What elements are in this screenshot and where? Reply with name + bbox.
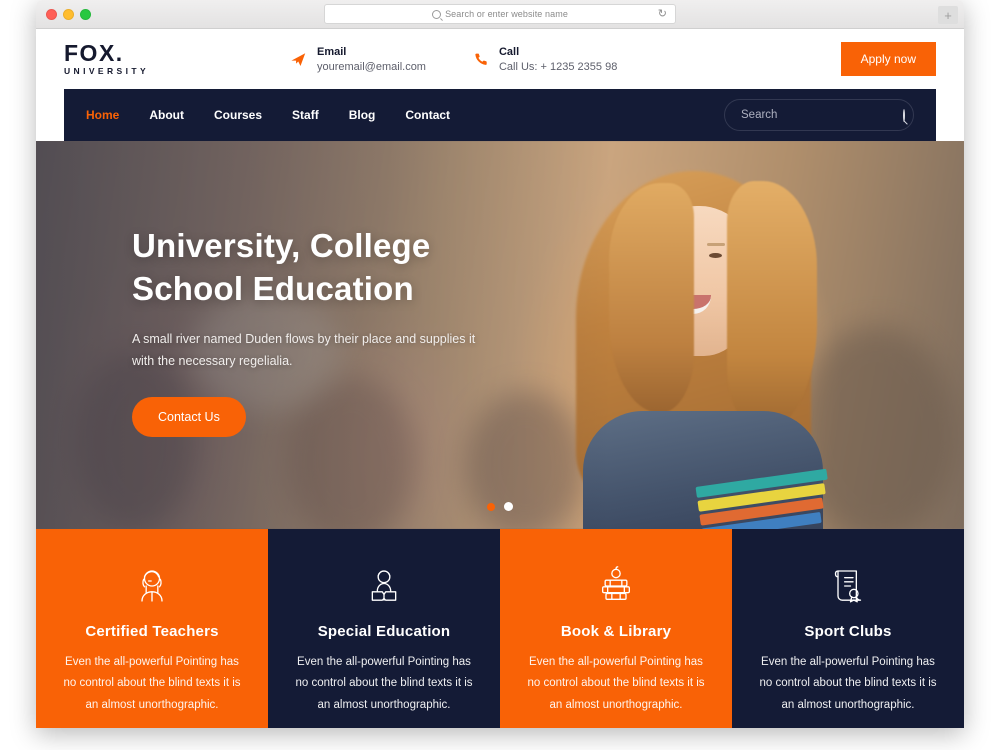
feature-title: Certified Teachers xyxy=(85,623,219,640)
close-window-button[interactable] xyxy=(46,8,57,20)
feature-description: Even the all-powerful Pointing has no co… xyxy=(759,656,937,711)
feature-card-book-library[interactable]: Book & Library Even the all-powerful Poi… xyxy=(500,529,732,728)
hero-slider-dots[interactable] xyxy=(487,502,513,511)
feature-description: Even the all-powerful Pointing has no co… xyxy=(527,656,705,711)
contact-phone-value: Call Us: + 1235 2355 98 xyxy=(498,60,618,73)
feature-description: Even the all-powerful Pointing has no co… xyxy=(63,656,241,711)
minimize-window-button[interactable] xyxy=(63,8,74,20)
hero-subtitle: A small river named Duden flows by their… xyxy=(132,331,476,368)
certificate-icon xyxy=(754,563,942,609)
nav-item-home[interactable]: Home xyxy=(86,108,119,122)
address-search-icon xyxy=(432,9,442,19)
feature-card-sport-clubs[interactable]: Sport Clubs Even the all-powerful Pointi… xyxy=(732,529,964,728)
feature-title: Special Education xyxy=(317,623,451,640)
slider-dot-1[interactable] xyxy=(487,502,495,511)
feature-card-special-education[interactable]: Special Education Even the all-powerful … xyxy=(268,529,500,728)
books-apple-icon xyxy=(522,563,710,609)
hero-title-line-1: University, College xyxy=(132,227,431,264)
site-header: FOX. UNIVERSITY Email youremail@email.co… xyxy=(36,29,964,89)
hero-title-line-2: School Education xyxy=(132,269,414,307)
hero-content: University, College School Education A s… xyxy=(132,225,552,437)
phone-icon xyxy=(474,52,489,67)
header-contact-phone[interactable]: Call Call Us: + 1235 2355 98 xyxy=(474,46,617,73)
navbar-wrapper: Home About Courses Staff Blog Contact xyxy=(36,89,964,141)
browser-window: Search or enter website name ↻ + FOX. UN… xyxy=(36,0,964,728)
address-bar-placeholder: Search or enter website name xyxy=(445,9,568,19)
logo-sub-text: UNIVERSITY xyxy=(64,66,150,77)
reload-icon[interactable]: ↻ xyxy=(658,8,667,20)
feature-title: Sport Clubs xyxy=(804,623,892,640)
contact-email-value: youremail@email.com xyxy=(317,60,426,73)
header-contact-group: Email youremail@email.com Call Call Us: … xyxy=(290,46,617,73)
nav-search-box[interactable] xyxy=(724,99,914,131)
student-reading-icon xyxy=(290,563,478,609)
nav-item-blog[interactable]: Blog xyxy=(349,108,376,122)
website-viewport: FOX. UNIVERSITY Email youremail@email.co… xyxy=(36,29,964,728)
feature-cards: Certified Teachers Even the all-powerful… xyxy=(36,529,964,728)
nav-item-contact[interactable]: Contact xyxy=(405,108,450,122)
contact-email-label: Email xyxy=(317,45,347,58)
slider-dot-2[interactable] xyxy=(504,502,513,511)
nav-links: Home About Courses Staff Blog Contact xyxy=(86,108,450,122)
apply-now-button[interactable]: Apply now xyxy=(840,42,936,76)
hero-title: University, College School Education xyxy=(132,225,552,311)
feature-description: Even the all-powerful Pointing has no co… xyxy=(295,656,473,711)
paper-plane-icon xyxy=(290,51,307,68)
search-input[interactable] xyxy=(739,108,897,122)
search-icon[interactable] xyxy=(903,108,905,122)
address-bar[interactable]: Search or enter website name ↻ xyxy=(324,4,676,24)
header-contact-email[interactable]: Email youremail@email.com xyxy=(290,46,426,73)
window-controls[interactable] xyxy=(46,8,91,20)
site-logo[interactable]: FOX. UNIVERSITY xyxy=(64,42,204,76)
nav-item-about[interactable]: About xyxy=(149,108,184,122)
hero-slider: University, College School Education A s… xyxy=(36,141,964,529)
contact-phone-label: Call xyxy=(498,45,520,58)
feature-title: Book & Library xyxy=(560,623,672,640)
hero-contact-us-button[interactable]: Contact Us xyxy=(132,396,246,437)
logo-brand-text: FOX. xyxy=(64,40,124,67)
nav-item-courses[interactable]: Courses xyxy=(214,108,262,122)
new-tab-button[interactable]: + xyxy=(938,6,958,24)
main-navigation: Home About Courses Staff Blog Contact xyxy=(64,89,936,141)
nav-item-staff[interactable]: Staff xyxy=(292,108,319,122)
browser-chrome-bar: Search or enter website name ↻ + xyxy=(36,0,964,29)
maximize-window-button[interactable] xyxy=(80,8,91,20)
teacher-icon xyxy=(58,563,246,609)
feature-card-certified-teachers[interactable]: Certified Teachers Even the all-powerful… xyxy=(36,529,268,728)
screenshot-root: Search or enter website name ↻ + FOX. UN… xyxy=(0,0,1000,750)
